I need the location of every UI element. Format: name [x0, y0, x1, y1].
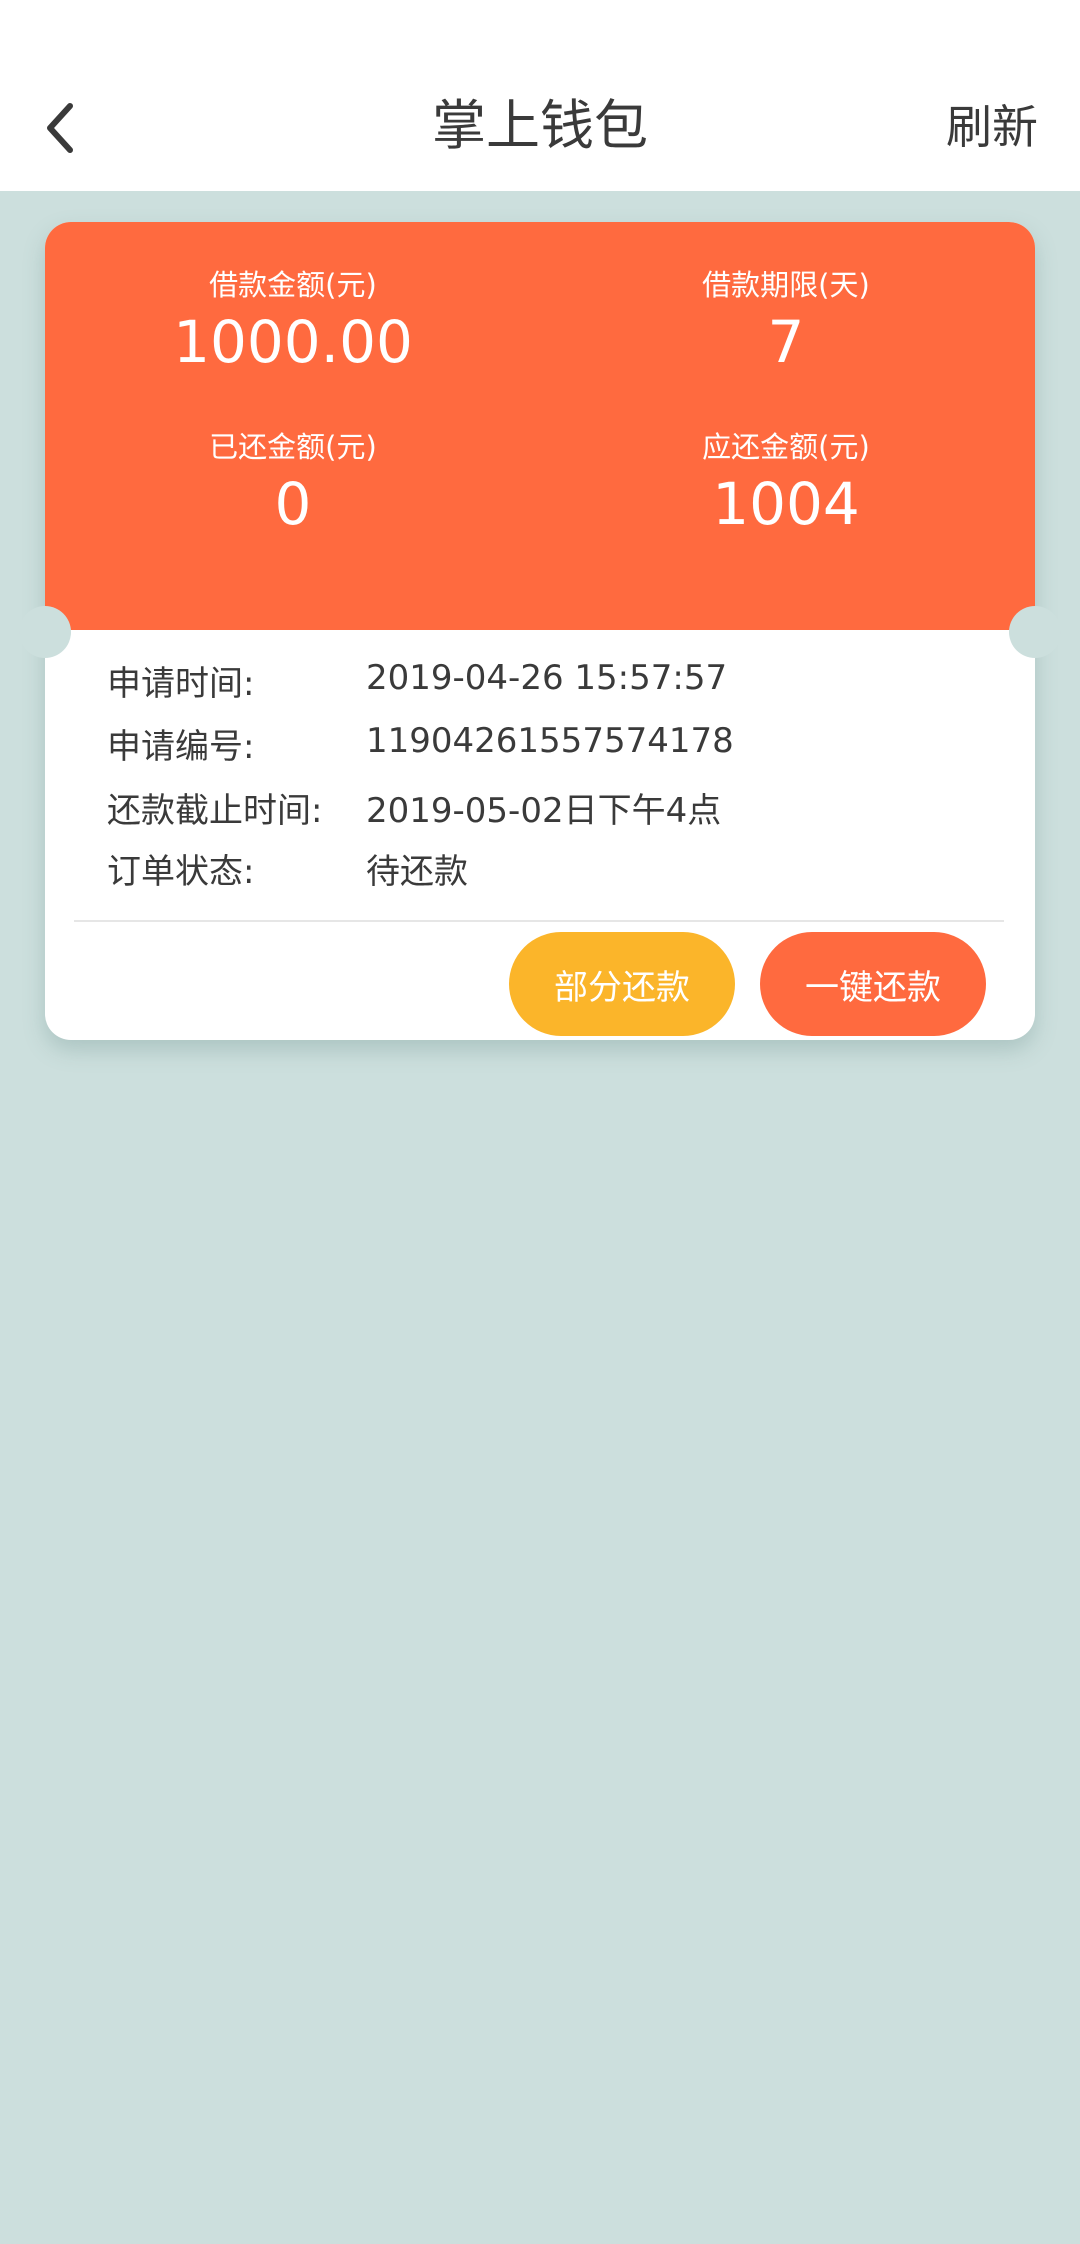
loan-term-stat: 借款期限(天) 7 — [576, 265, 996, 377]
full-repay-button[interactable]: 一键还款 — [760, 932, 986, 1036]
partial-repay-button[interactable]: 部分还款 — [509, 932, 735, 1036]
repaid-amount-value: 0 — [274, 470, 312, 538]
card-notch-right — [1009, 606, 1061, 658]
apply-number-value: 11904261557574178 — [366, 721, 734, 761]
loan-amount-label: 借款金额(元) — [209, 268, 377, 302]
repaid-amount-stat: 已还金额(元) 0 — [83, 427, 503, 539]
deadline-value: 2019-05-02日下午4点 — [366, 791, 722, 831]
apply-time-value: 2019-04-26 15:57:57 — [366, 658, 728, 698]
apply-number-label: 申请编号: — [107, 727, 255, 767]
loan-term-value: 7 — [767, 308, 805, 376]
order-status-value: 待还款 — [366, 852, 468, 892]
loan-term-label: 借款期限(天) — [702, 268, 870, 302]
card-notch-left — [19, 606, 71, 658]
top-bar: 掌上钱包 刷新 — [0, 0, 1080, 191]
loan-amount-stat: 借款金额(元) 1000.00 — [83, 265, 503, 377]
loan-amount-value: 1000.00 — [173, 308, 413, 376]
due-amount-label: 应还金额(元) — [702, 430, 870, 464]
card-divider — [74, 920, 1004, 922]
refresh-button[interactable]: 刷新 — [946, 92, 1038, 162]
repaid-amount-label: 已还金额(元) — [209, 430, 377, 464]
due-amount-stat: 应还金额(元) 1004 — [576, 427, 996, 539]
order-status-label: 订单状态: — [107, 852, 255, 892]
deadline-label: 还款截止时间: — [107, 791, 323, 831]
page-title: 掌上钱包 — [432, 94, 648, 157]
apply-time-label: 申请时间: — [107, 664, 255, 704]
due-amount-value: 1004 — [712, 470, 860, 538]
